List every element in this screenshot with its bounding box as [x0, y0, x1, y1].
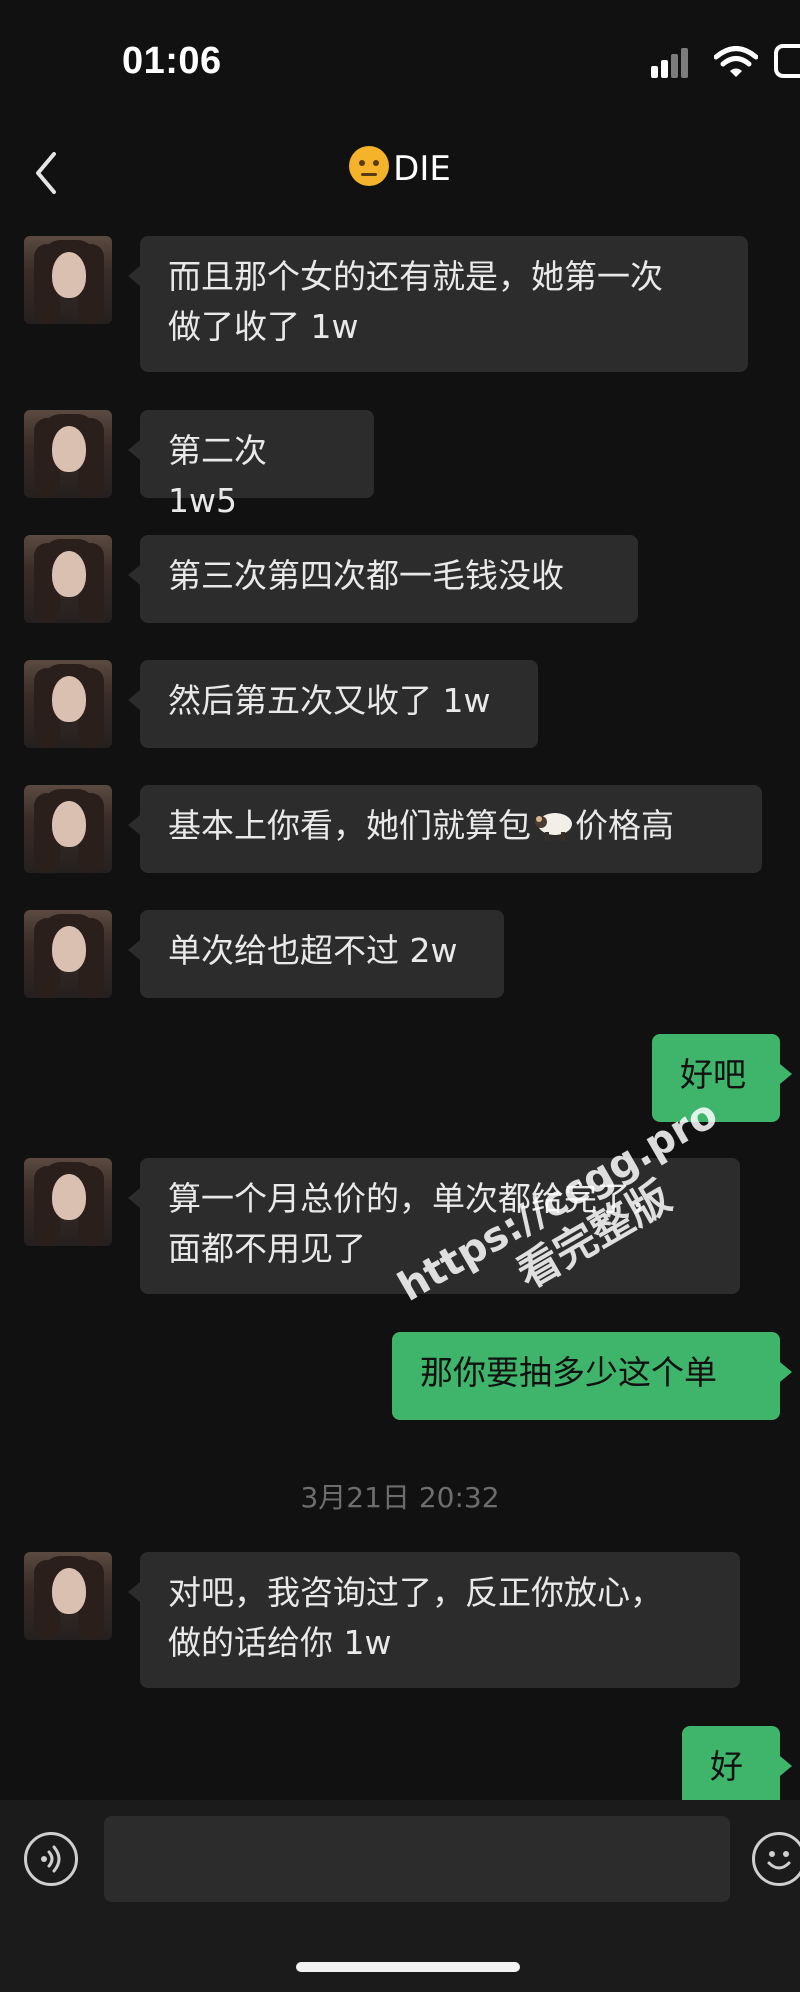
contact-avatar[interactable]: [24, 1552, 112, 1640]
voice-input-icon[interactable]: [24, 1832, 78, 1886]
battery-icon: [774, 44, 800, 78]
message-text: 基本上你看，她们就算包: [168, 806, 531, 845]
message-bubble-incoming[interactable]: 算一个月总价的，单次都给完了， 面都不用见了: [128, 1158, 740, 1294]
sheep-emoji-icon: [535, 813, 572, 841]
message-bubble-incoming[interactable]: 第二次 1w5: [128, 410, 374, 520]
message-timestamp: 3月21日 20:32: [300, 1481, 500, 1514]
message-bubble-outgoing[interactable]: 那你要抽多少这个单: [392, 1332, 792, 1420]
message-bubble-incoming[interactable]: 第三次第四次都一毛钱没收: [128, 535, 638, 623]
message-bubble-incoming[interactable]: 然后第五次又收了 1w: [128, 660, 538, 748]
status-time: 01:06: [122, 40, 222, 82]
contact-avatar[interactable]: [24, 535, 112, 623]
contact-avatar[interactable]: [24, 910, 112, 998]
wifi-icon: [714, 46, 758, 77]
message-bubble-incoming[interactable]: 单次给也超不过 2w: [128, 910, 504, 998]
contact-avatar[interactable]: [24, 236, 112, 324]
contact-avatar[interactable]: [24, 1158, 112, 1246]
emoji-picker-icon[interactable]: [752, 1832, 800, 1886]
message-bubble-outgoing[interactable]: 好吧: [652, 1034, 792, 1122]
message-bubble-incoming[interactable]: 而且那个女的还有就是，她第一次 做了收了 1w: [128, 236, 748, 372]
cellular-signal-icon: [651, 48, 697, 78]
message-bubble-incoming[interactable]: 对吧，我咨询过了，反正你放心， 做的话给你 1w: [128, 1552, 740, 1688]
home-indicator[interactable]: [296, 1962, 520, 1972]
message-input[interactable]: [104, 1816, 730, 1902]
chat-title-text: DIE: [393, 149, 451, 189]
contact-avatar[interactable]: [24, 660, 112, 748]
chat-title: DIE: [0, 146, 800, 189]
raised-eyebrow-emoji-icon: [349, 146, 390, 186]
message-text: 价格高: [575, 806, 674, 845]
contact-avatar[interactable]: [24, 785, 112, 873]
contact-avatar[interactable]: [24, 410, 112, 498]
message-bubble-incoming[interactable]: 基本上你看，她们就算包 价格高: [128, 785, 762, 873]
